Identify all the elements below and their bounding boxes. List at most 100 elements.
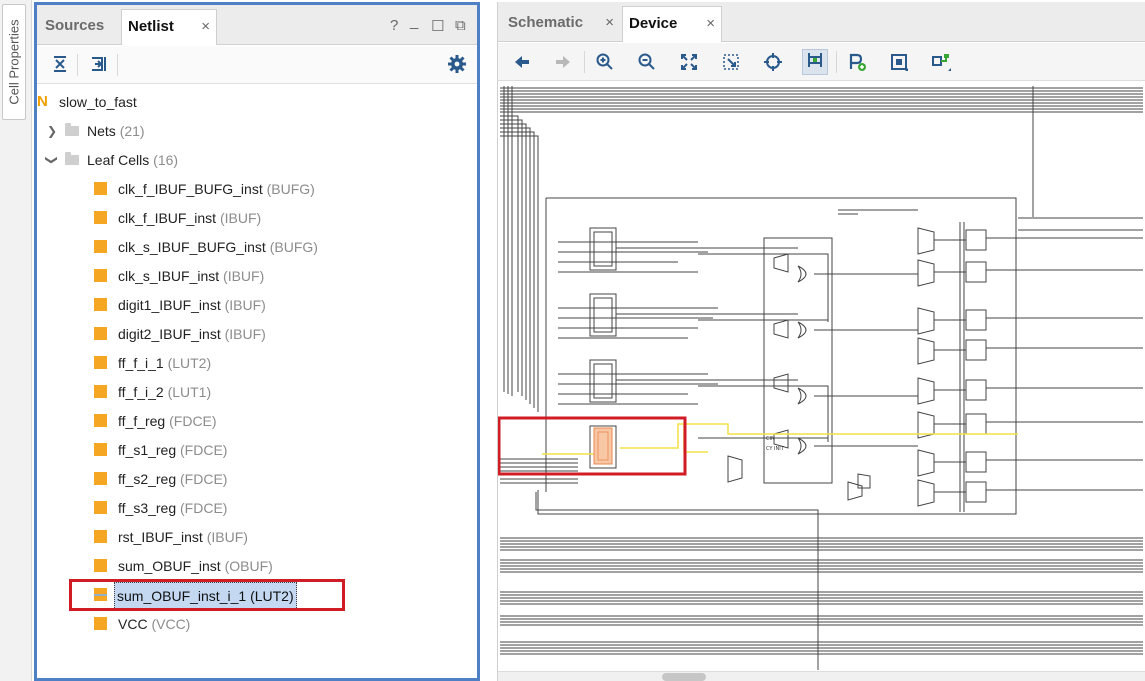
left-tabbar: Sources Netlist × ? _ ☐ ⧉ — [37, 5, 477, 45]
cell-type: (IBUF) — [224, 297, 266, 313]
cell-icon — [94, 414, 107, 427]
cell-type: (BUFG) — [269, 239, 318, 255]
tree-cell[interactable]: clk_f_IBUF_BUFG_inst (BUFG) — [37, 176, 477, 202]
zoom-out-icon[interactable] — [637, 52, 657, 72]
tab-schematic-close-icon[interactable]: × — [605, 6, 614, 40]
cell-icon — [94, 617, 107, 630]
tree-cell[interactable]: clk_s_IBUF_BUFG_inst (BUFG) — [37, 234, 477, 260]
add-pblock-icon[interactable] — [847, 52, 867, 72]
gear-icon[interactable] — [446, 53, 468, 75]
restore-icon[interactable]: ☐ — [431, 17, 444, 35]
cell-name: clk_s_IBUF_inst — [118, 268, 220, 284]
expand-all-icon[interactable] — [88, 53, 110, 75]
cell-icon — [94, 240, 107, 253]
cell-icon — [94, 211, 107, 224]
netlist-root-icon: N — [37, 93, 48, 110]
tree-cell[interactable]: digit2_IBUF_inst (IBUF) — [37, 321, 477, 347]
tree-leaf-cells-label: Leaf Cells — [87, 152, 150, 168]
tree-leaf-cells-count: (16) — [153, 152, 179, 168]
cy-init-label: CY INIT — [766, 446, 785, 452]
tab-device[interactable]: Device × — [622, 6, 722, 42]
horizontal-scrollbar[interactable] — [498, 671, 1145, 681]
tree-leaf-cells[interactable]: ❯ Leaf Cells (16) — [37, 147, 477, 173]
tree-root-label: slow_to_fast — [59, 94, 137, 110]
cell-icon — [94, 356, 107, 369]
cell-name: digit2_IBUF_inst — [118, 326, 221, 342]
tab-netlist-close-icon[interactable]: × — [201, 10, 210, 44]
cell-type: (IBUF) — [206, 529, 248, 545]
tree-nets[interactable]: ❯ Nets (21) — [37, 118, 477, 144]
cell-name: ff_s1_reg — [118, 442, 177, 458]
cell-name: ff_s2_reg — [118, 471, 177, 487]
tree-cell[interactable]: VCC (VCC) — [37, 611, 477, 637]
cell-icon — [94, 182, 107, 195]
selected-lut-cell[interactable] — [593, 427, 613, 465]
cell-name: clk_f_IBUF_inst — [118, 210, 217, 226]
tree-cell[interactable]: rst_IBUF_inst (IBUF) — [37, 524, 477, 550]
folder-icon — [65, 123, 79, 136]
cell-icon — [94, 327, 107, 340]
netlist-panel: Sources Netlist × ? _ ☐ ⧉ N slow_to_fast… — [34, 2, 480, 681]
draw-pblock-icon[interactable] — [889, 52, 909, 72]
tree-cell[interactable]: clk_f_IBUF_inst (IBUF) — [37, 205, 477, 231]
cell-type: (VCC) — [151, 616, 191, 632]
scrollbar-thumb[interactable] — [662, 673, 706, 681]
side-strip: Cell Properties — [0, 0, 32, 681]
cell-name: sum_OBUF_inst — [118, 558, 221, 574]
zoom-area-icon[interactable] — [721, 52, 741, 72]
tree-nets-count: (21) — [119, 123, 145, 139]
cell-type: (LUT2) — [167, 355, 212, 371]
routing-resources-icon[interactable] — [802, 49, 828, 75]
cell-name: ff_s3_reg — [118, 500, 177, 516]
cell-type: (FDCE) — [180, 500, 228, 516]
collapse-all-icon[interactable] — [49, 53, 71, 75]
cell-icon — [94, 443, 107, 456]
tab-netlist[interactable]: Netlist × — [121, 9, 217, 45]
toolbar-separator — [117, 54, 118, 76]
cell-icon — [94, 269, 107, 282]
cell-type: (IBUF) — [223, 268, 265, 284]
cell-name: VCC — [118, 616, 148, 632]
chevron-down-icon[interactable]: ❯ — [39, 153, 65, 167]
cell-name: ff_f_i_2 — [118, 384, 164, 400]
tree-cell[interactable]: ff_f_i_1 (LUT2) — [37, 350, 477, 376]
minimize-icon[interactable]: _ — [410, 13, 418, 30]
tab-schematic[interactable]: Schematic × — [502, 6, 620, 42]
cell-name: ff_f_reg — [118, 413, 166, 429]
tree-root[interactable]: N slow_to_fast — [37, 89, 477, 115]
toolbar-separator — [836, 51, 837, 73]
back-icon[interactable] — [512, 52, 532, 72]
tree-cell[interactable]: sum_OBUF_inst (OBUF) — [37, 553, 477, 579]
cell-name: clk_s_IBUF_BUFG_inst — [118, 239, 266, 255]
tree-cell[interactable]: ff_f_i_2 (LUT1) — [37, 379, 477, 405]
tab-device-label: Device — [629, 15, 678, 32]
device-panel: Schematic × Device × CIN CY INIT — [497, 2, 1145, 681]
tree-cell[interactable]: ff_s1_reg (FDCE) — [37, 437, 477, 463]
select-center-icon[interactable] — [763, 52, 783, 72]
cell-type: (FDCE) — [180, 442, 228, 458]
tab-netlist-label: Netlist — [128, 18, 174, 35]
cin-label: CIN — [766, 436, 775, 442]
cell-icon — [94, 298, 107, 311]
forward-icon[interactable] — [553, 52, 573, 72]
zoom-in-icon[interactable] — [595, 52, 615, 72]
device-view[interactable]: CIN CY INIT — [498, 82, 1145, 671]
toolbar-separator — [584, 51, 585, 73]
tab-device-close-icon[interactable]: × — [706, 7, 715, 41]
tree-cell[interactable]: clk_s_IBUF_inst (IBUF) — [37, 263, 477, 289]
highlight-box-selected-cell — [69, 579, 345, 611]
zoom-fit-icon[interactable] — [679, 52, 699, 72]
tree-cell[interactable]: ff_s2_reg (FDCE) — [37, 466, 477, 492]
cell-type: (IBUF) — [224, 326, 266, 342]
chevron-right-icon[interactable]: ❯ — [45, 118, 59, 144]
route-icon[interactable] — [931, 52, 951, 72]
cell-type: (OBUF) — [224, 558, 273, 574]
cell-properties-tab[interactable]: Cell Properties — [2, 4, 26, 120]
float-icon[interactable]: ⧉ — [455, 17, 466, 34]
netlist-toolbar — [37, 46, 477, 84]
tree-cell[interactable]: digit1_IBUF_inst (IBUF) — [37, 292, 477, 318]
tree-cell[interactable]: ff_s3_reg (FDCE) — [37, 495, 477, 521]
help-icon[interactable]: ? — [390, 17, 398, 34]
tab-sources[interactable]: Sources — [39, 9, 119, 45]
tree-cell[interactable]: ff_f_reg (FDCE) — [37, 408, 477, 434]
